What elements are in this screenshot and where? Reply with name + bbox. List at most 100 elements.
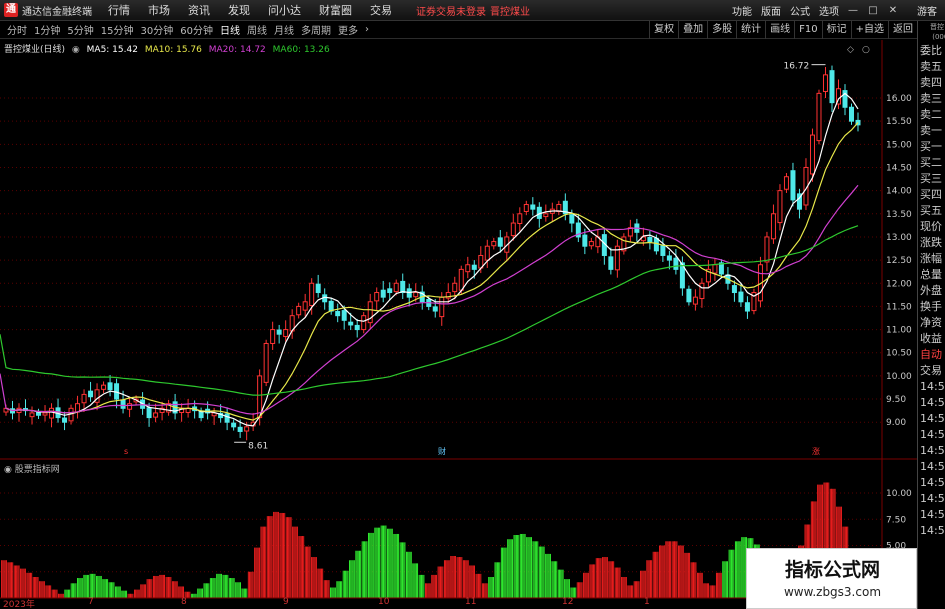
menu-options[interactable]: 选项 [819, 3, 839, 18]
quote-field-22: 14:5 [920, 396, 945, 409]
indicator-title: ◉ 股票指标网 [4, 462, 60, 475]
candle-body [829, 70, 835, 104]
guest-button[interactable]: 游客 [917, 3, 937, 18]
restore-rights-button[interactable]: 复权 [649, 21, 678, 39]
period-multi[interactable]: 多周期 [301, 22, 331, 37]
candle-body [244, 426, 250, 432]
candle-body [270, 329, 276, 344]
period-intraday[interactable]: 分时 [7, 22, 27, 37]
login-notice[interactable]: 证券交易未登录 [416, 3, 486, 18]
candle-body [380, 289, 386, 298]
candle-body [393, 282, 399, 293]
period-1min[interactable]: 1分钟 [34, 22, 60, 37]
ma60-legend: MA60: 13.26 [272, 45, 330, 55]
menu-ask[interactable]: 问小达 [268, 2, 301, 18]
menu-news[interactable]: 资讯 [188, 2, 210, 18]
candle-body [341, 310, 347, 321]
close-icon[interactable]: ✕ [887, 5, 899, 16]
ma10-legend: MA10: 15.76 [144, 45, 202, 55]
y-tick-label: 14.00 [886, 187, 912, 197]
candle-body [101, 384, 107, 390]
quote-field-9: 买四 [920, 188, 942, 201]
y-tick-label: 10.00 [886, 372, 912, 382]
menu-formula[interactable]: 公式 [790, 3, 810, 18]
add-favorite-button[interactable]: +自选 [850, 21, 888, 39]
menu-function[interactable]: 功能 [732, 3, 752, 18]
stock-name-header: 晋控煤业 [490, 6, 530, 18]
high-annotation: 16.72 [783, 62, 809, 72]
quote-field-17: 净资 [920, 316, 942, 329]
y-tick-label: 16.00 [886, 94, 912, 104]
y-tick-label: 12.50 [886, 256, 912, 266]
quote-field-6: 买一 [920, 140, 942, 153]
menu-trade[interactable]: 交易 [370, 2, 392, 18]
candle-body [686, 288, 692, 303]
ma60-line [0, 225, 859, 396]
f10-button[interactable]: F10 [794, 21, 821, 39]
period-60min[interactable]: 60分钟 [180, 22, 213, 37]
quote-field-12: 涨跌 [920, 236, 942, 249]
candle-body [237, 426, 243, 432]
y-tick-label: 9.50 [886, 395, 906, 405]
candle-body [497, 237, 503, 247]
panel-header: 晋控 (000 [930, 23, 945, 41]
period-15min[interactable]: 15分钟 [101, 22, 134, 37]
event-marker: s [124, 447, 128, 456]
candle-body [608, 256, 614, 270]
quote-field-19: 自动 [920, 348, 942, 361]
candle-body [647, 236, 653, 243]
quote-field-14: 总量 [920, 268, 942, 281]
candle-body [231, 422, 237, 428]
candle-body [62, 417, 68, 423]
back-button[interactable]: 返回 [888, 21, 917, 39]
quote-field-list: 委比 卖五 卖四 卖三 卖二 卖一 买一 买二 买三 买四 买五 现价 涨跌 涨幅 总量 外盘 换手 净资 收益 自动… [918, 43, 945, 539]
period-monthly[interactable]: 月线 [274, 22, 294, 37]
ma20-legend: MA20: 14.72 [208, 45, 266, 55]
candle-body [198, 410, 204, 419]
chevron-right-icon[interactable]: › [365, 24, 369, 35]
period-toolbar: 分时 1分钟 5分钟 15分钟 30分钟 60分钟 日线 周线 月线 多周期 更… [0, 21, 917, 39]
minimize-icon[interactable]: — [847, 5, 859, 16]
candle-body [848, 106, 854, 122]
mark-button[interactable]: 标记 [821, 21, 851, 39]
candle-body [387, 288, 393, 294]
candle-body [783, 176, 789, 190]
menu-market[interactable]: 市场 [148, 2, 170, 18]
period-5min[interactable]: 5分钟 [67, 22, 93, 37]
kline-chart[interactable]: 9.00 9.50 10.00 10.50 11.00 11.50 12.00 12.50 13… [0, 40, 917, 460]
menu-wealth[interactable]: 财富圈 [319, 2, 352, 18]
period-more[interactable]: 更多 [338, 22, 358, 37]
menu-discover[interactable]: 发现 [228, 2, 250, 18]
candle-body [146, 407, 152, 419]
app-title: 通达信金融终端 [22, 6, 92, 18]
ma5-legend: MA5: 15.42 [86, 45, 138, 55]
candle-body [458, 268, 464, 291]
x-label-10: 10 [378, 597, 390, 607]
settings-circle-icon[interactable]: ◉ [72, 45, 80, 55]
y-tick-label: 15.00 [886, 140, 912, 150]
period-daily[interactable]: 日线 [220, 22, 240, 37]
candle-body [738, 291, 744, 303]
x-label-7: 7 [88, 597, 94, 607]
draw-line-button[interactable]: 画线 [765, 21, 794, 39]
period-weekly[interactable]: 周线 [247, 22, 267, 37]
event-marker: 财 [438, 446, 446, 456]
menu-quotes[interactable]: 行情 [108, 2, 130, 18]
overlay-button[interactable]: 叠加 [678, 21, 707, 39]
candle-body [276, 329, 282, 335]
settings-circle-icon[interactable]: ◉ [4, 465, 12, 475]
statistics-button[interactable]: 统计 [736, 21, 765, 39]
candle-body [484, 245, 490, 261]
quote-field-29: 14:5 [920, 508, 945, 521]
candle-body [660, 245, 666, 256]
multi-stock-button[interactable]: 多股 [707, 21, 736, 39]
menu-layout[interactable]: 版面 [761, 3, 781, 18]
candle-body [790, 170, 796, 201]
x-label-11: 11 [465, 597, 477, 607]
candle-body [354, 324, 360, 331]
period-30min[interactable]: 30分钟 [140, 22, 173, 37]
candle-body [666, 255, 672, 261]
maximize-icon[interactable]: □ [867, 5, 879, 16]
quote-field-5: 卖一 [920, 124, 942, 137]
candle-body [770, 213, 776, 240]
